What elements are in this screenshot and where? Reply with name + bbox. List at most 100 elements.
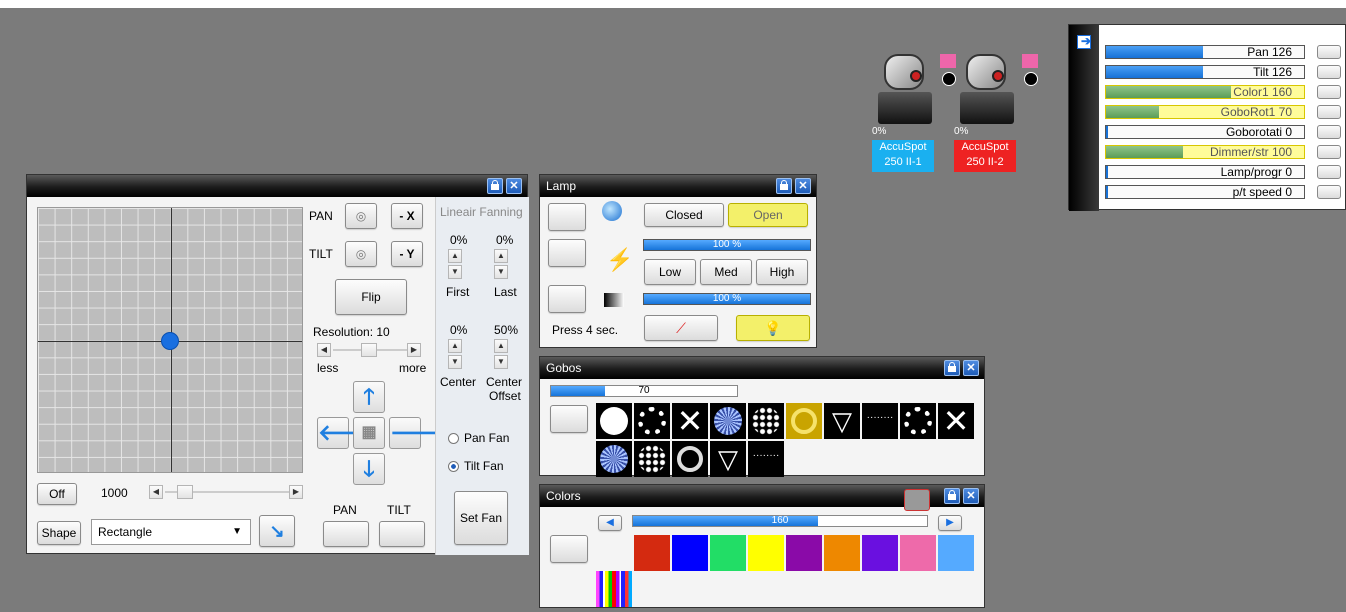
color-select-button[interactable]	[550, 535, 588, 563]
low-button[interactable]: Low	[644, 259, 696, 285]
last-up-arrow[interactable]: ▲	[494, 249, 508, 263]
fixture-item[interactable]: 0% AccuSpot 250 II-2	[954, 52, 1038, 174]
color-swatch[interactable]	[786, 535, 822, 571]
channel-fader[interactable]: Goborotati 0	[1105, 125, 1305, 139]
close-icon[interactable]: ✕	[963, 360, 979, 376]
gobo-dotted-line-2-icon[interactable]: ········	[748, 441, 784, 477]
fixture-name-label[interactable]: AccuSpot 250 II-1	[872, 140, 934, 172]
move-left-button[interactable]: 🡐	[317, 417, 377, 449]
speed-slider-thumb[interactable]	[177, 485, 193, 499]
channel-release-button[interactable]	[1317, 85, 1341, 99]
color-rainbow-swatch[interactable]	[596, 571, 632, 607]
tilt-fan-radio[interactable]	[448, 461, 459, 472]
pan-mouse-button[interactable]: ◎	[345, 203, 377, 229]
lock-icon[interactable]	[776, 178, 792, 194]
gobo-dots-ring-2-icon[interactable]	[900, 403, 936, 439]
channel-release-button[interactable]	[1317, 65, 1341, 79]
color-swatch[interactable]	[862, 535, 898, 571]
gobo-triangle-icon[interactable]: ▽	[824, 403, 860, 439]
first-up-arrow[interactable]: ▲	[448, 249, 462, 263]
gobo-open-icon[interactable]	[596, 403, 632, 439]
color-prev-button[interactable]: ◀	[598, 515, 622, 531]
flip-button[interactable]: Flip	[335, 279, 407, 315]
resolution-left-arrow[interactable]: ◀	[317, 343, 331, 357]
shutter-level-bar[interactable]: 100 %	[643, 239, 811, 251]
speed-left-arrow[interactable]: ◀	[149, 485, 163, 499]
gobo-starburst-2-icon[interactable]	[596, 441, 632, 477]
gobo-scatter-icon[interactable]	[748, 403, 784, 439]
fixture-item[interactable]: 0% AccuSpot 250 II-1	[872, 52, 956, 174]
channel-release-button[interactable]	[1317, 125, 1341, 139]
channel-fader[interactable]: p/t speed 0	[1105, 185, 1305, 199]
channel-release-button[interactable]	[1317, 45, 1341, 59]
offset-up-arrow[interactable]: ▲	[494, 339, 508, 353]
channel-fader[interactable]: Dimmer/str 100	[1105, 145, 1305, 159]
color-next-button[interactable]: ▶	[938, 515, 962, 531]
color-swatch[interactable]	[824, 535, 860, 571]
med-button[interactable]: Med	[700, 259, 752, 285]
lamp-on-button[interactable]: 💡	[736, 315, 810, 341]
colors-titlebar[interactable]: Colors ✕	[540, 485, 984, 511]
move-right-button[interactable]: 🡒	[389, 417, 449, 449]
resolution-right-arrow[interactable]: ▶	[407, 343, 421, 357]
color-swatch[interactable]	[748, 535, 784, 571]
channel-fader[interactable]: Color1 160	[1105, 85, 1305, 99]
first-down-arrow[interactable]: ▼	[448, 265, 462, 279]
close-icon[interactable]: ✕	[963, 488, 979, 504]
invert-y-button[interactable]: - Y	[391, 241, 423, 267]
channel-fader[interactable]: GoboRot1 70	[1105, 105, 1305, 119]
gobo-dotted-line-icon[interactable]: ········	[862, 403, 898, 439]
gobo-triangle-2-icon[interactable]: ▽	[710, 441, 746, 477]
lock-icon[interactable]	[944, 360, 960, 376]
dimmer-level-bar[interactable]: 100 %	[643, 293, 811, 305]
tilt-button[interactable]	[379, 521, 425, 547]
color-swatch[interactable]	[672, 535, 708, 571]
fixture-name-label[interactable]: AccuSpot 250 II-2	[954, 140, 1016, 172]
color-swatch[interactable]	[938, 535, 974, 571]
lock-icon[interactable]	[487, 178, 503, 194]
high-button[interactable]: High	[756, 259, 808, 285]
pan-tilt-grid[interactable]	[37, 207, 303, 473]
gobo-cross-2-icon[interactable]: ✕	[938, 403, 974, 439]
open-button[interactable]: Open	[728, 203, 808, 227]
pan-tilt-titlebar[interactable]: ✕	[27, 175, 527, 197]
gobo-select-button[interactable]	[550, 405, 588, 433]
color-level-bar[interactable]: 160	[632, 515, 928, 527]
lamp-select-button-1[interactable]	[548, 203, 586, 231]
gobos-titlebar[interactable]: Gobos ✕	[540, 357, 984, 379]
lamp-off-button[interactable]: ⟋	[644, 315, 718, 341]
lock-icon[interactable]	[944, 488, 960, 504]
center-down-arrow[interactable]: ▼	[448, 355, 462, 369]
shape-button[interactable]: Shape	[37, 521, 81, 545]
gobo-glass-icon[interactable]	[786, 403, 822, 439]
center-button[interactable]: ▦	[353, 417, 385, 449]
gobo-dots-ring-icon[interactable]	[634, 403, 670, 439]
channel-fader[interactable]: Tilt 126	[1105, 65, 1305, 79]
color-preview-button[interactable]	[904, 489, 930, 511]
channel-release-button[interactable]	[1317, 185, 1341, 199]
lamp-select-button-3[interactable]	[548, 285, 586, 313]
closed-button[interactable]: Closed	[644, 203, 724, 227]
channel-fader[interactable]: Lamp/progr 0	[1105, 165, 1305, 179]
speed-right-arrow[interactable]: ▶	[289, 485, 303, 499]
shape-direction-button[interactable]: ↘	[259, 515, 295, 547]
resolution-slider-thumb[interactable]	[361, 343, 377, 357]
channel-release-button[interactable]	[1317, 105, 1341, 119]
move-down-button[interactable]: 🡓	[353, 453, 385, 485]
lamp-select-button-2[interactable]	[548, 239, 586, 267]
gobo-starburst-icon[interactable]	[710, 403, 746, 439]
channel-release-button[interactable]	[1317, 165, 1341, 179]
color-swatch[interactable]	[900, 535, 936, 571]
gobo-cross-icon[interactable]: ✕	[672, 403, 708, 439]
position-handle[interactable]	[161, 332, 179, 350]
shape-select[interactable]: Rectangle ▼	[91, 519, 251, 545]
close-icon[interactable]: ✕	[506, 178, 522, 194]
color-swatch[interactable]	[710, 535, 746, 571]
pan-button[interactable]	[323, 521, 369, 547]
move-up-button[interactable]: 🡑	[353, 381, 385, 413]
off-button[interactable]: Off	[37, 483, 77, 505]
gobo-level-bar[interactable]: 70	[550, 385, 738, 397]
offset-down-arrow[interactable]: ▼	[494, 355, 508, 369]
channel-fader[interactable]: Pan 126	[1105, 45, 1305, 59]
set-fan-button[interactable]: Set Fan	[454, 491, 508, 545]
